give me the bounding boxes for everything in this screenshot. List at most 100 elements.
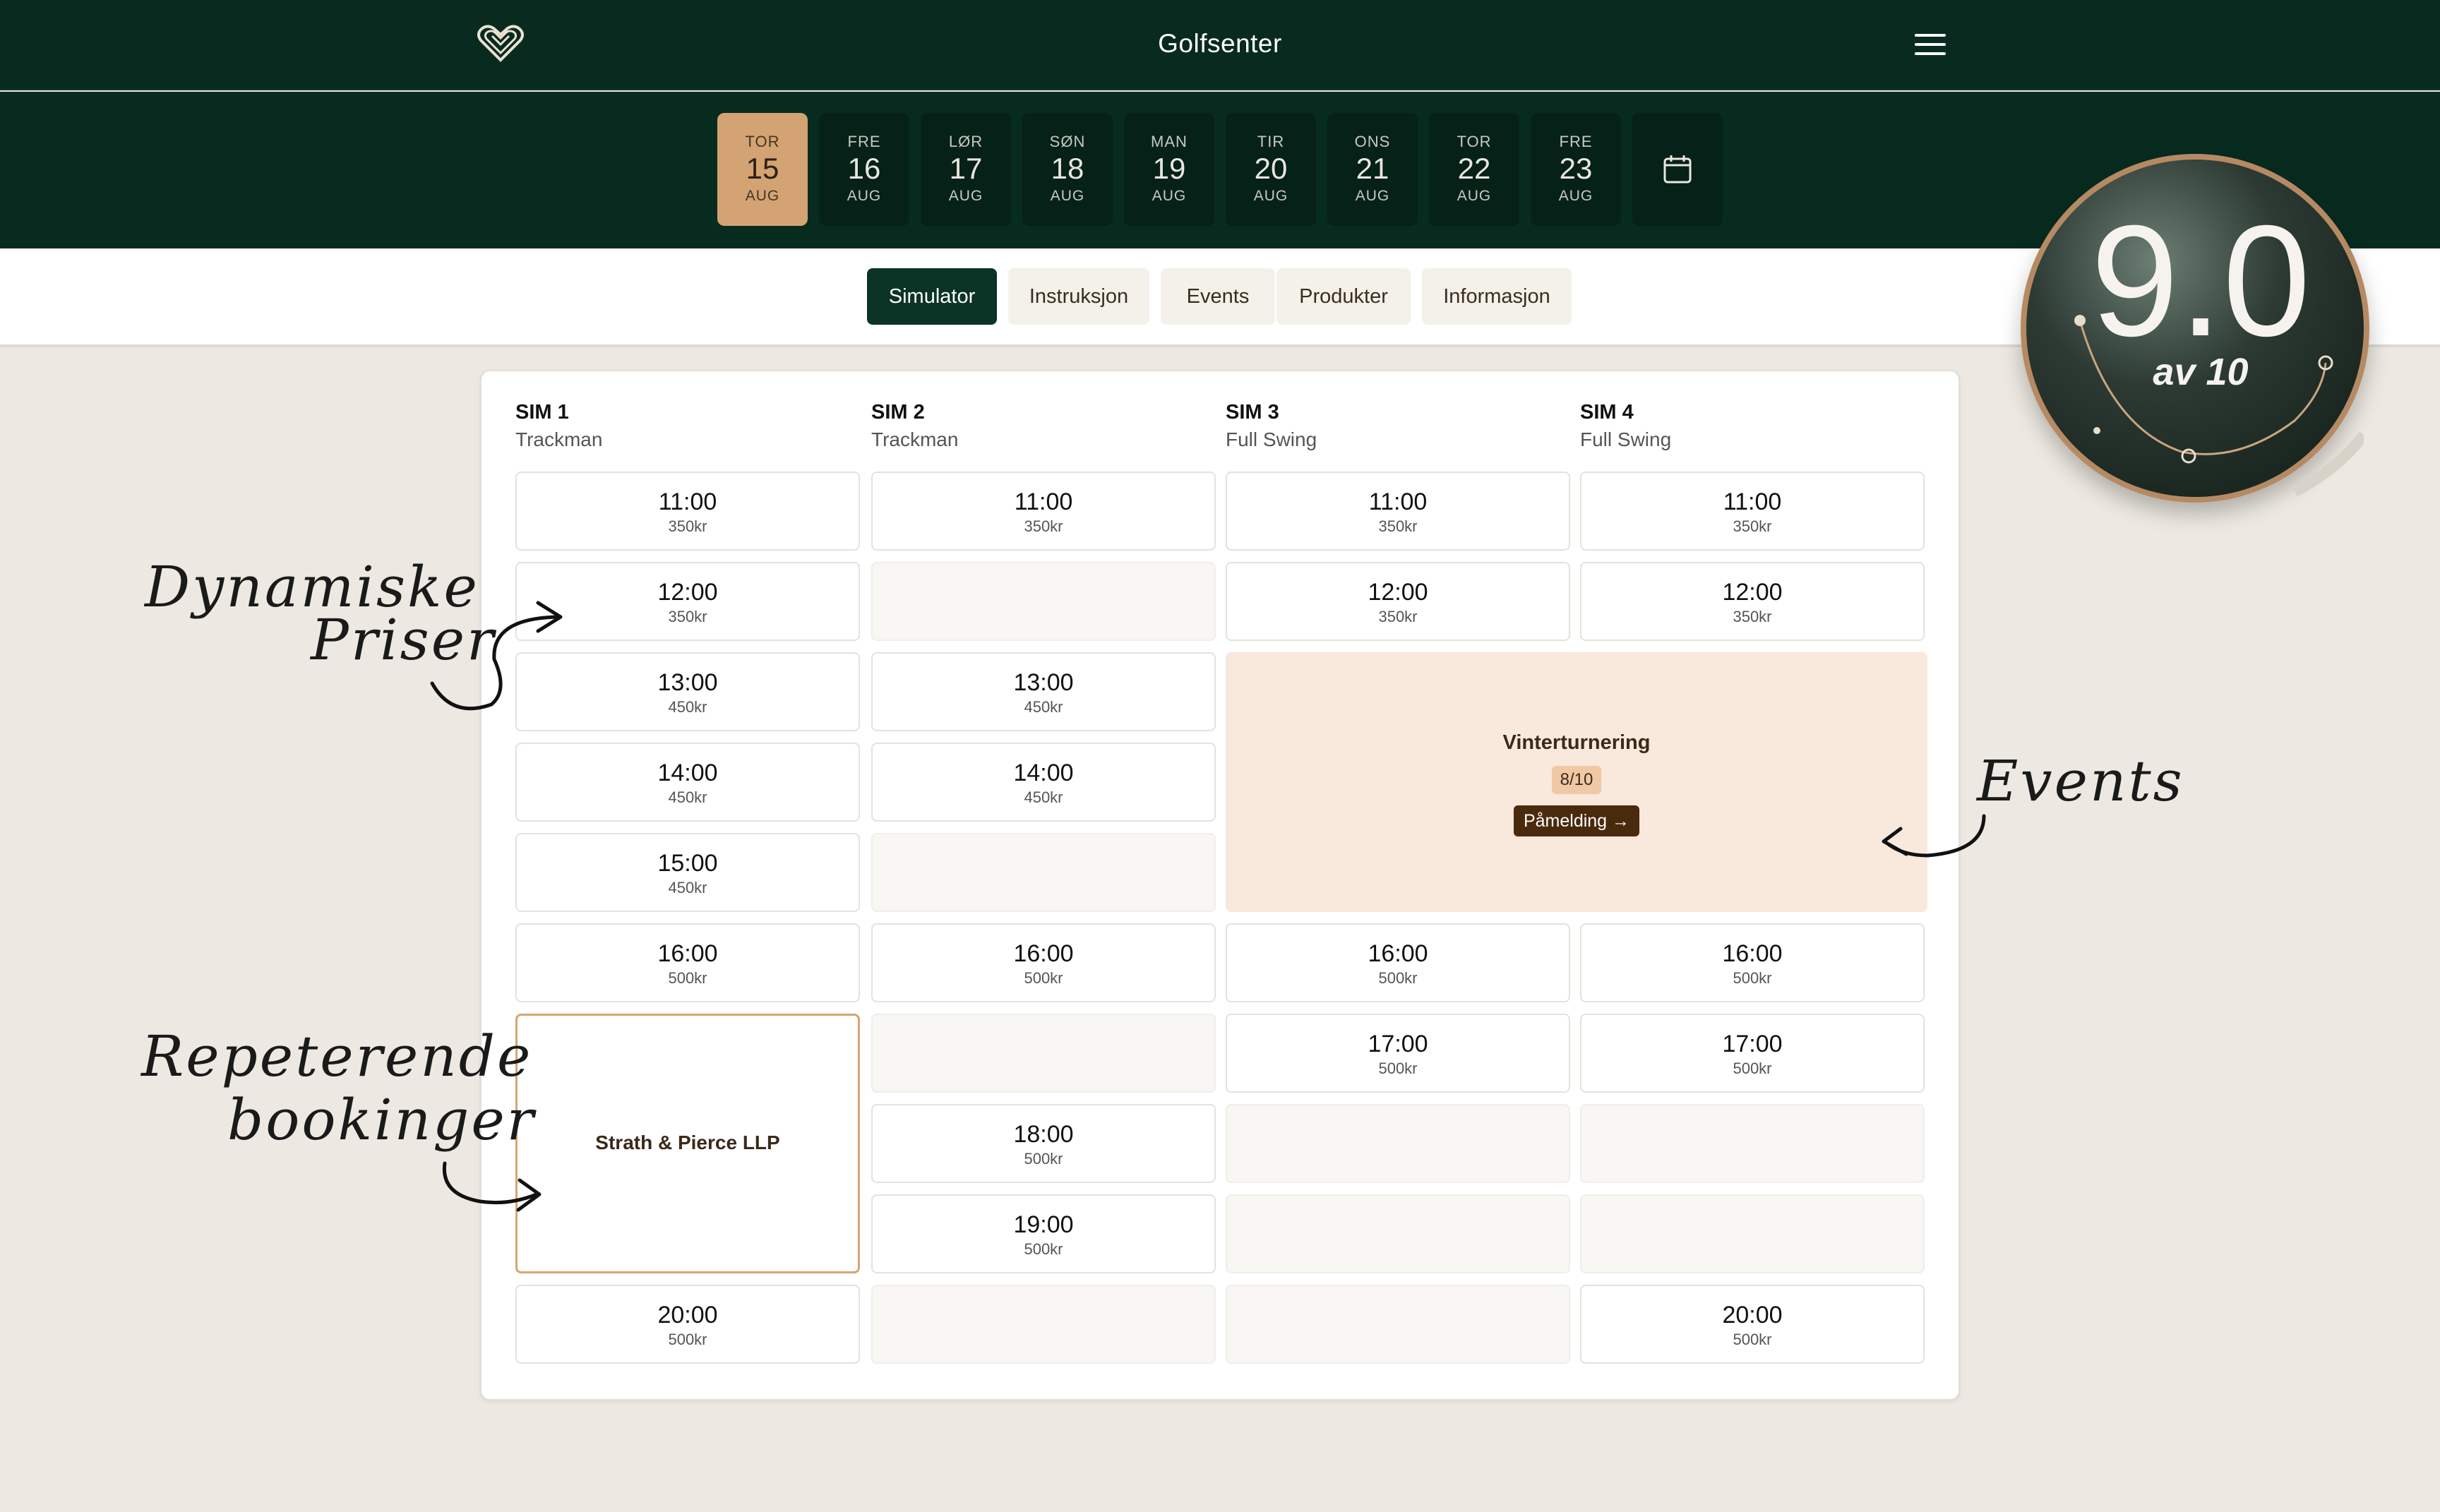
slot-time: 16:00 <box>1013 940 1074 967</box>
slot-time: 11:00 <box>1368 488 1428 515</box>
day-month: AUG <box>1457 188 1492 204</box>
day-tab-23[interactable]: FRE 23 AUG <box>1531 113 1621 226</box>
slot-time: 19:00 <box>1013 1211 1074 1238</box>
time-slot[interactable]: 16:00 500kr <box>871 923 1216 1002</box>
annotation-arrow-events <box>1882 814 1986 858</box>
slot-price: 500kr <box>1378 969 1418 987</box>
tab-simulator[interactable]: Simulator <box>867 268 997 325</box>
time-slot[interactable]: 11:00 350kr <box>1580 472 1925 551</box>
column-subtitle: Trackman <box>515 428 603 450</box>
slot-price: 350kr <box>1733 517 1772 535</box>
unavailable-slot <box>1226 1285 1570 1364</box>
time-slot[interactable]: 20:00 500kr <box>515 1285 860 1364</box>
unavailable-slot <box>871 833 1216 912</box>
tab-produkter[interactable]: Produkter <box>1276 268 1411 325</box>
column-name: SIM 1 <box>515 401 569 424</box>
unavailable-slot <box>1580 1194 1925 1273</box>
hamburger-menu-icon[interactable] <box>1915 34 1946 55</box>
slot-time: 16:00 <box>1368 940 1428 967</box>
annotation-arrow-recurring <box>442 1161 542 1212</box>
time-slot[interactable]: 15:00 450kr <box>515 833 860 912</box>
tab-events[interactable]: Events <box>1161 268 1275 325</box>
column-name: SIM 3 <box>1226 401 1279 424</box>
time-slot[interactable]: 16:00 500kr <box>1580 923 1925 1002</box>
heart-logo-icon[interactable] <box>477 23 525 63</box>
day-weekday: SØN <box>1049 133 1086 150</box>
time-slot[interactable]: 11:00 350kr <box>1226 472 1570 551</box>
slot-time: 16:00 <box>657 940 718 967</box>
slot-time: 14:00 <box>1013 760 1074 786</box>
time-slot[interactable]: 12:00 350kr <box>1580 562 1925 641</box>
time-slot[interactable]: 18:00 500kr <box>871 1104 1216 1183</box>
slot-price: 350kr <box>1378 517 1418 535</box>
time-slot[interactable]: 11:00 350kr <box>871 472 1216 551</box>
time-slot[interactable]: 12:00 350kr <box>1226 562 1570 641</box>
slot-price: 350kr <box>1733 608 1772 625</box>
annotation-recurring-line2: bookinger <box>227 1087 536 1153</box>
tab-informasjon[interactable]: Informasjon <box>1422 268 1572 325</box>
calendar-button[interactable] <box>1632 113 1723 226</box>
day-weekday: LØR <box>948 133 983 150</box>
day-tab-16[interactable]: FRE 16 AUG <box>819 113 909 226</box>
slot-time: 20:00 <box>657 1302 718 1328</box>
day-weekday: TIR <box>1257 133 1285 150</box>
day-weekday: FRE <box>847 133 881 150</box>
day-weekday: FRE <box>1559 133 1593 150</box>
slot-price: 500kr <box>1733 1331 1772 1348</box>
slot-time: 20:00 <box>1722 1302 1783 1328</box>
slot-time: 11:00 <box>658 488 717 515</box>
top-bar: Golfsenter <box>0 0 2440 90</box>
column-subtitle: Full Swing <box>1226 428 1317 450</box>
time-slot[interactable]: 11:00 350kr <box>515 472 860 551</box>
day-tab-18[interactable]: SØN 18 AUG <box>1022 113 1113 226</box>
day-tab-15[interactable]: TOR 15 AUG <box>717 113 808 226</box>
day-tab-19[interactable]: MAN 19 AUG <box>1124 113 1214 226</box>
slot-price: 500kr <box>1024 1150 1063 1168</box>
slot-time: 17:00 <box>1722 1031 1783 1057</box>
slot-price: 500kr <box>668 1331 707 1348</box>
slot-time: 11:00 <box>1014 488 1073 515</box>
time-slot[interactable]: 16:00 500kr <box>515 923 860 1002</box>
calendar-icon <box>1663 155 1692 184</box>
day-month: AUG <box>948 188 983 204</box>
time-slot[interactable]: 20:00 500kr <box>1580 1285 1925 1364</box>
day-month: AUG <box>1558 188 1593 204</box>
time-slot[interactable]: 13:00 450kr <box>871 652 1216 731</box>
event-card[interactable]: Vinterturnering 8/10 Påmelding → <box>1226 652 1927 912</box>
slot-price: 450kr <box>1024 698 1063 716</box>
recurring-booking[interactable]: Strath & Pierce LLP <box>515 1014 860 1273</box>
time-slot[interactable]: 14:00 450kr <box>515 743 860 822</box>
day-month: AUG <box>1253 188 1288 204</box>
time-slot[interactable]: 14:00 450kr <box>871 743 1216 822</box>
day-number: 22 <box>1457 152 1491 185</box>
column-name: SIM 2 <box>871 401 925 424</box>
time-slot[interactable]: 16:00 500kr <box>1226 923 1570 1002</box>
day-tab-21[interactable]: ONS 21 AUG <box>1327 113 1418 226</box>
tab-instruksjon[interactable]: Instruksjon <box>1008 268 1149 325</box>
slot-price: 450kr <box>1024 788 1063 806</box>
annotation-arrow-dynamic <box>430 601 563 711</box>
time-slot[interactable]: 17:00 500kr <box>1226 1014 1570 1093</box>
slot-price: 350kr <box>1024 517 1063 535</box>
event-signup-button[interactable]: Påmelding → <box>1514 805 1639 836</box>
column-header-sim3: SIM 3 Full Swing <box>1226 401 1557 451</box>
slot-time: 18:00 <box>1013 1121 1074 1148</box>
annotation-events: Events <box>1977 748 2184 814</box>
slot-time: 15:00 <box>657 850 718 877</box>
day-tab-22[interactable]: TOR 22 AUG <box>1429 113 1519 226</box>
column-header-sim2: SIM 2 Trackman <box>871 401 1203 451</box>
day-tab-20[interactable]: TIR 20 AUG <box>1226 113 1316 226</box>
slot-price: 450kr <box>668 788 707 806</box>
unavailable-slot <box>871 1014 1216 1093</box>
unavailable-slot <box>1580 1104 1925 1183</box>
slot-time: 11:00 <box>1723 488 1782 515</box>
unavailable-slot <box>871 562 1216 641</box>
event-title: Vinterturnering <box>1502 731 1651 754</box>
time-slot[interactable]: 17:00 500kr <box>1580 1014 1925 1093</box>
recurring-booking-label: Strath & Pierce LLP <box>595 1132 780 1153</box>
time-slot[interactable]: 19:00 500kr <box>871 1194 1216 1273</box>
day-tab-17[interactable]: LØR 17 AUG <box>921 113 1011 226</box>
column-subtitle: Trackman <box>871 428 959 450</box>
slot-time: 13:00 <box>1013 669 1074 696</box>
rating-badge: 9.0 av 10 <box>2021 154 2369 503</box>
